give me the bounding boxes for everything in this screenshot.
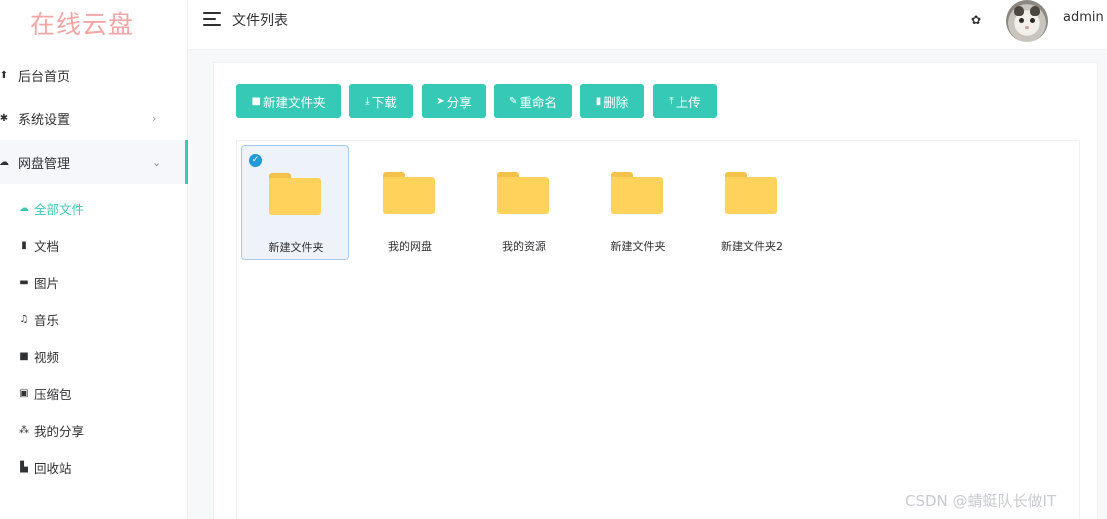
rename-label: 重命名 [519,94,557,110]
sidebar-item-label: 后台首页 [18,69,71,85]
sidebar-item-label: 网盘管理 [18,156,71,172]
sidebar-item-images[interactable]: ▬ 图片 [0,264,188,301]
check-circle-icon: ✓ [249,154,262,167]
file-item-folder[interactable]: 新建文件夹 [584,145,692,260]
sidebar-item-label: 压缩包 [34,387,72,402]
upload-button[interactable]: ⤒ 上传 [653,84,717,118]
sidebar-item-label: 图片 [34,276,60,291]
top-header: 文件列表 ✿ admin [188,0,1107,50]
logo: 在线云盘 [0,0,188,50]
cloud-icon: ☁ [0,156,9,168]
delete-label: 删除 [603,94,629,110]
avatar[interactable] [1006,0,1048,42]
sidebar-item-recycle-bin[interactable]: ▙ 回收站 [0,449,188,486]
sidebar-item-label: 全部文件 [34,202,85,217]
hamburger-menu-icon[interactable] [203,11,221,27]
sidebar-item-settings[interactable]: ✱ 系统设置 › [0,96,188,140]
upload-icon: ⤒ [669,95,674,107]
username[interactable]: admin [1063,10,1104,25]
folder-plus-icon: ■ [251,95,261,107]
sidebar-item-disk-management[interactable]: ☁ 网盘管理 ⌄ [0,140,188,184]
new-folder-label: 新建文件夹 [262,94,326,110]
sidebar-item-label: 系统设置 [18,112,71,128]
pencil-icon: ✎ [509,95,518,107]
sidebar-item-documents[interactable]: ▮ 文档 [0,227,188,264]
sidebar-item-archives[interactable]: ▣ 压缩包 [0,375,188,412]
sidebar-item-my-shares[interactable]: ⁂ 我的分享 [0,412,188,449]
file-item-folder[interactable]: 新建文件夹2 [698,145,806,260]
share-icon: ⁂ [19,425,29,436]
sidebar-item-label: 音乐 [34,313,60,328]
sidebar: 在线云盘 ⬆ 后台首页 ✱ 系统设置 › ☁ 网盘管理 ⌄ ☁ 全部文件 ▮ 文… [0,0,188,519]
file-name: 新建文件夹 [268,241,324,254]
home-icon: ⬆ [0,69,9,81]
new-folder-button[interactable]: ■ 新建文件夹 [236,84,341,118]
watermark: CSDN @蜻蜓队长做IT [905,492,1057,510]
folder-icon [383,172,435,214]
share-button[interactable]: ➤ 分享 [422,84,486,118]
file-name: 新建文件夹 [610,240,666,253]
trash-icon: ▙ [20,462,28,473]
file-item-folder[interactable]: ✓ 新建文件夹 [241,145,349,260]
file-name: 新建文件夹2 [721,240,783,253]
trash-icon: ▮ [595,95,602,107]
video-icon: ■ [19,351,29,362]
archive-icon: ▣ [19,388,29,399]
sidebar-item-videos[interactable]: ■ 视频 [0,338,188,375]
download-label: 下载 [371,94,397,110]
file-name: 我的网盘 [388,240,432,253]
palette-icon[interactable]: ✿ [971,13,981,27]
share-label: 分享 [446,94,472,110]
chevron-right-icon: › [152,111,157,125]
chevron-down-icon: ⌄ [152,155,162,169]
sidebar-item-label: 我的分享 [34,424,85,439]
folder-icon [269,173,321,215]
download-icon: ⤓ [365,95,370,107]
sidebar-item-label: 回收站 [34,461,72,476]
page-title: 文件列表 [232,13,288,29]
file-item-folder[interactable]: 我的网盘 [356,145,464,260]
send-icon: ➤ [436,95,445,107]
sidebar-item-all-files[interactable]: ☁ 全部文件 [0,190,188,227]
folder-icon [725,172,777,214]
cloud-icon: ☁ [19,203,29,214]
rename-button[interactable]: ✎ 重命名 [494,84,572,118]
folder-icon [611,172,663,214]
gear-icon: ✱ [0,112,9,124]
music-icon: ♫ [19,314,29,325]
document-icon: ▮ [21,240,27,251]
sidebar-item-music[interactable]: ♫ 音乐 [0,301,188,338]
download-button[interactable]: ⤓ 下载 [349,84,413,118]
delete-button[interactable]: ▮ 删除 [580,84,644,118]
sidebar-item-label: 文档 [34,239,60,254]
upload-label: 上传 [675,94,701,110]
logo-text: 在线云盘 [30,10,135,39]
file-item-folder[interactable]: 我的资源 [470,145,578,260]
image-icon: ▬ [19,277,29,288]
folder-icon [497,172,549,214]
sidebar-item-label: 视频 [34,350,60,365]
sidebar-item-home[interactable]: ⬆ 后台首页 [0,53,188,97]
file-name: 我的资源 [502,240,546,253]
